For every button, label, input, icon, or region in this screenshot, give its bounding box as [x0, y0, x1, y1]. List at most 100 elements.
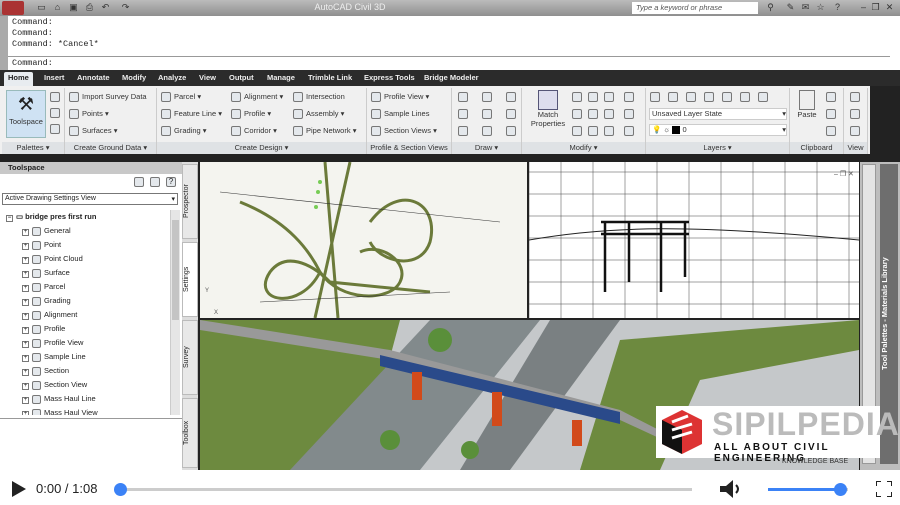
intersection-button[interactable]: Intersection [293, 92, 345, 103]
rotate-icon[interactable] [588, 92, 598, 102]
undo-icon[interactable]: ↶ [100, 2, 111, 13]
tree-item[interactable]: + Point [2, 238, 170, 252]
stretch-icon[interactable] [572, 109, 582, 119]
layer-icon[interactable] [758, 92, 768, 102]
expand-icon[interactable]: + [22, 397, 29, 404]
assembly-button[interactable]: Assembly ▾ [293, 109, 344, 120]
display-icon[interactable] [134, 177, 144, 187]
tab-analyze[interactable]: Analyze [158, 73, 186, 82]
toolspace-view-dropdown[interactable]: Active Drawing Settings View ▾ [2, 193, 178, 205]
close-icon[interactable]: ✕ [884, 2, 895, 13]
binoculars-icon[interactable]: ⚲ [765, 2, 776, 13]
command-input[interactable]: Command: [8, 56, 890, 69]
help-icon[interactable]: ? [832, 2, 843, 13]
layer-icon[interactable] [686, 92, 696, 102]
tool-palettes-icon[interactable] [50, 124, 60, 134]
open-icon[interactable]: ⌂ [52, 2, 63, 13]
panorama-icon[interactable] [50, 108, 60, 118]
properties-icon[interactable] [50, 92, 60, 102]
layer-properties-icon[interactable] [650, 92, 660, 102]
grading-button[interactable]: Grading ▾ [161, 126, 207, 137]
tab-view[interactable]: View [199, 73, 216, 82]
ellipse-icon[interactable] [482, 126, 492, 136]
expand-icon[interactable]: + [22, 271, 29, 278]
panel-label[interactable]: Create Ground Data ▾ [65, 142, 156, 154]
layer-state-dropdown[interactable]: Unsaved Layer State ▾ [649, 108, 787, 120]
expand-icon[interactable]: + [22, 243, 29, 250]
minimize-icon[interactable]: – [858, 2, 869, 13]
tree-root[interactable]: − ▭ bridge pres first run [2, 210, 170, 224]
feature-line-button[interactable]: Feature Line ▾ [161, 109, 222, 120]
layer-icon[interactable] [740, 92, 750, 102]
redo-icon[interactable]: ↷ [120, 2, 131, 13]
tree-item[interactable]: + Section [2, 364, 170, 378]
line-icon[interactable] [458, 92, 468, 102]
sample-lines-button[interactable]: Sample Lines [371, 109, 429, 120]
copy-with-basepoint-icon[interactable] [826, 126, 836, 136]
erase-icon[interactable] [572, 126, 582, 136]
expand-icon[interactable]: + [22, 285, 29, 292]
surfaces-button[interactable]: Surfaces ▾ [69, 126, 117, 137]
tree-item[interactable]: + Profile [2, 322, 170, 336]
pan-icon[interactable] [850, 109, 860, 119]
alignment-button[interactable]: Alignment ▾ [231, 92, 283, 103]
app-menu-button[interactable] [2, 1, 24, 15]
tree-item[interactable]: + Mass Haul View [2, 406, 170, 415]
tab-trimble-link[interactable]: Trimble Link [308, 73, 352, 82]
circle-icon[interactable] [482, 109, 492, 119]
cut-icon[interactable] [826, 92, 836, 102]
panel-label[interactable]: Layers ▾ [646, 142, 789, 154]
tree-item[interactable]: + Point Cloud [2, 252, 170, 266]
fullscreen-icon[interactable] [876, 481, 892, 497]
tree-item[interactable]: + Grading [2, 294, 170, 308]
tab-survey[interactable]: Survey [182, 320, 198, 395]
panel-label[interactable]: Draw ▾ [452, 142, 521, 154]
new-icon[interactable]: ▭ [36, 2, 47, 13]
expand-icon[interactable]: + [22, 369, 29, 376]
profile-viewport[interactable]: – ❐ ✕ [528, 162, 860, 318]
move-icon[interactable] [572, 92, 582, 102]
profile-button[interactable]: Profile ▾ [231, 109, 271, 120]
layer-icon[interactable] [668, 92, 678, 102]
toolspace-button[interactable]: ⚒ Toolspace [6, 90, 46, 138]
expand-icon[interactable]: + [22, 257, 29, 264]
scrollbar-thumb[interactable] [172, 220, 179, 320]
tab-modify[interactable]: Modify [122, 73, 146, 82]
copy-objects-icon[interactable] [624, 92, 634, 102]
tree-item[interactable]: + Mass Haul Line [2, 392, 170, 406]
profile-view-button[interactable]: Profile View ▾ [371, 92, 429, 103]
tab-settings[interactable]: Settings [182, 242, 198, 317]
help-icon[interactable]: ? [166, 177, 176, 187]
zoom-icon[interactable] [850, 126, 860, 136]
tab-output[interactable]: Output [229, 73, 254, 82]
tree-item[interactable]: + Profile View [2, 336, 170, 350]
volume-handle[interactable] [834, 483, 847, 496]
expand-icon[interactable]: + [22, 313, 29, 320]
tab-annotate[interactable]: Annotate [77, 73, 110, 82]
expand-icon[interactable]: + [22, 229, 29, 236]
expand-icon[interactable]: + [22, 355, 29, 362]
tab-prospector[interactable]: Prospector [182, 164, 198, 239]
viewport-controls[interactable]: – ❐ ✕ [834, 170, 854, 178]
tree-item[interactable]: + Sample Line [2, 350, 170, 364]
panel-label[interactable]: Modify ▾ [522, 142, 645, 154]
seek-handle[interactable] [114, 483, 127, 496]
expand-icon[interactable]: + [22, 299, 29, 306]
parcel-button[interactable]: Parcel ▾ [161, 92, 201, 103]
polyline-icon[interactable] [506, 92, 516, 102]
expand-icon[interactable]: + [22, 383, 29, 390]
panel-label[interactable]: Profile & Section Views [367, 142, 451, 154]
match-properties-button[interactable]: Match Properties [528, 90, 568, 128]
panel-label[interactable]: Create Design ▾ [157, 142, 366, 154]
paste-button[interactable]: Paste [794, 90, 820, 119]
plan-viewport[interactable]: YX [200, 161, 527, 319]
spline-icon[interactable] [458, 126, 468, 136]
section-views-button[interactable]: Section Views ▾ [371, 126, 437, 137]
expand-icon[interactable]: + [22, 327, 29, 334]
expand-icon[interactable]: + [22, 411, 29, 415]
tab-bridge-modeler[interactable]: Bridge Modeler [424, 73, 479, 82]
tab-manage[interactable]: Manage [267, 73, 295, 82]
favorites-icon[interactable]: ☆ [815, 2, 826, 13]
tree-scrollbar[interactable] [170, 210, 180, 415]
tree-item[interactable]: + Section View [2, 378, 170, 392]
